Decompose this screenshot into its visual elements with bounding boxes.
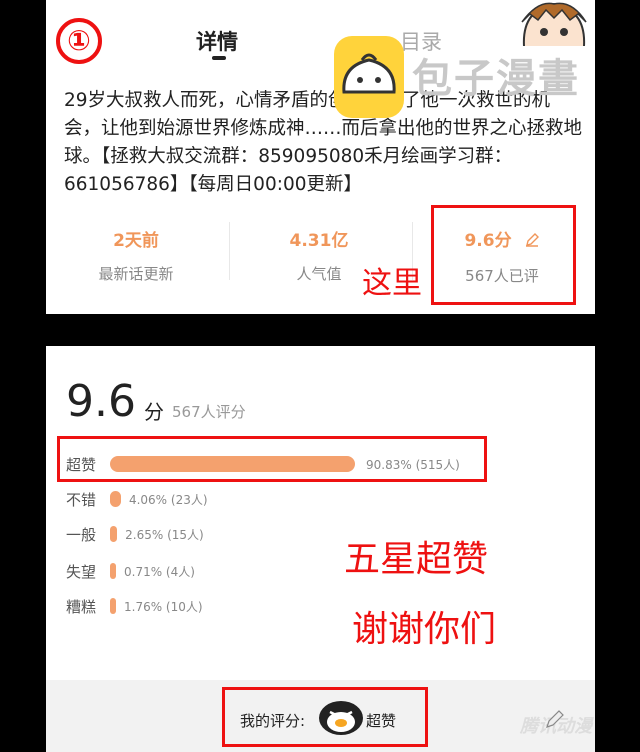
brand-watermark: 包子漫畫: [412, 56, 580, 102]
rating-bar: [110, 526, 118, 542]
rating-row-label: 不错: [66, 491, 97, 509]
rating-bar: [110, 491, 121, 507]
highlight-box-top-rating: [57, 436, 487, 482]
note-thanks: 谢谢你们: [352, 609, 497, 650]
rating-row-percent: 0.71% (4人): [124, 565, 195, 579]
annotation-circle-number: ①: [56, 18, 102, 64]
rating-row-percent: 4.06% (23人): [128, 493, 208, 507]
tab-detail[interactable]: 详情: [196, 26, 238, 56]
rating-row-label: 一般: [66, 526, 97, 544]
highlight-box-rating: [431, 205, 576, 305]
cartoon-face-icon: [518, 0, 590, 47]
rating-score: 9.6: [66, 376, 136, 427]
rating-count: 567人评分: [172, 403, 246, 421]
rating-row: 不错 4.06% (23人): [66, 487, 466, 511]
highlight-box-my-rating: [222, 687, 428, 747]
pen-icon[interactable]: [544, 708, 566, 734]
active-tab-indicator: [212, 56, 226, 60]
rating-row-percent: 2.65% (15人): [125, 528, 204, 542]
rating-row-percent: 1.76% (10人): [124, 600, 203, 614]
note-here: 这里: [362, 266, 422, 301]
stat-update: 2天前 最新话更新: [46, 226, 226, 284]
rating-row-label: 失望: [66, 563, 97, 581]
rating-bar: [110, 563, 116, 579]
rating-unit: 分: [144, 400, 164, 424]
note-five-star: 五星超赞: [344, 539, 489, 580]
stat-popularity-value: 4.31亿: [289, 231, 349, 251]
stat-update-label: 最新话更新: [98, 265, 174, 283]
rating-bar: [110, 598, 116, 614]
rating-row-label: 糟糕: [66, 598, 97, 616]
stat-update-value: 2天前: [113, 231, 159, 251]
baozi-logo-icon: [334, 36, 404, 118]
